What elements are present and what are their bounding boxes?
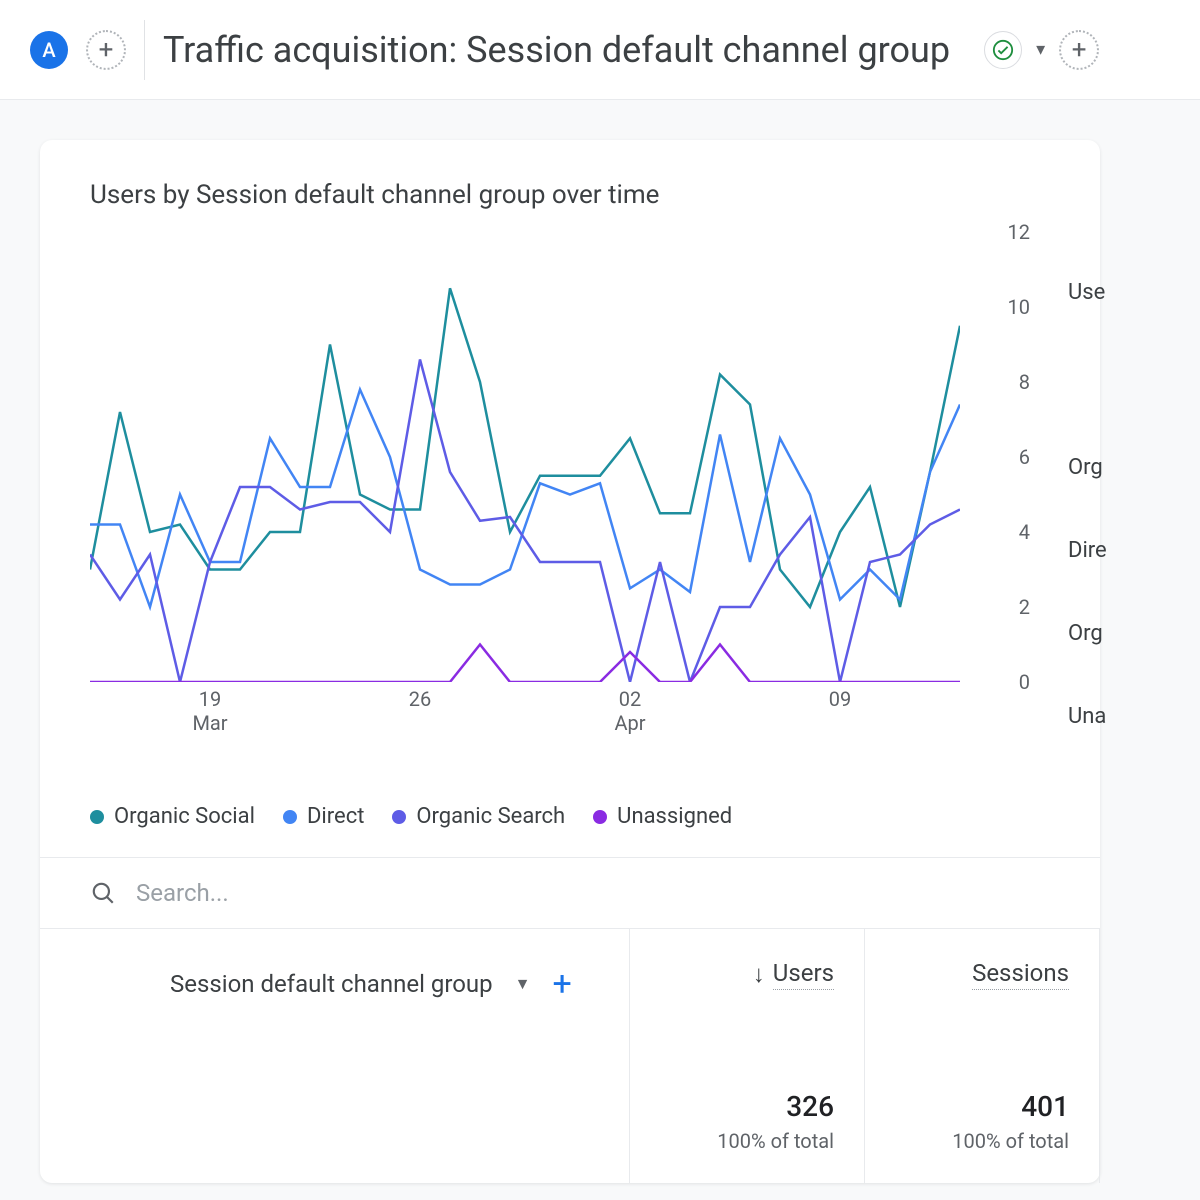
legend-item[interactable]: Organic Social — [90, 804, 255, 829]
separator — [144, 20, 145, 80]
add-card-button[interactable]: + — [1059, 30, 1099, 70]
data-table: Session default channel group ▼ + ↓ User… — [40, 929, 1100, 1183]
side-summary: Use Org Dire Org Una — [1060, 280, 1200, 787]
page-title: Traffic acquisition: Session default cha… — [163, 29, 950, 71]
dimension-label[interactable]: Session default channel group — [170, 970, 493, 998]
search-placeholder: Search... — [136, 879, 229, 907]
chart-container: 024681012 19Mar2602Apr09 — [90, 232, 1050, 732]
users-sub: 100% of total — [660, 1129, 834, 1153]
legend-item[interactable]: Direct — [283, 804, 364, 829]
status-check-icon[interactable] — [984, 31, 1022, 69]
add-dimension-button[interactable]: + — [552, 967, 571, 1001]
dimension-column: Session default channel group ▼ + — [40, 929, 630, 1183]
legend-item[interactable]: Unassigned — [593, 804, 732, 829]
line-chart[interactable] — [90, 232, 960, 682]
sessions-total: 401 — [895, 1090, 1069, 1123]
metric-column-sessions: Sessions 401 100% of total — [865, 929, 1100, 1183]
search-icon — [90, 880, 116, 906]
search-row[interactable]: Search... — [40, 857, 1100, 929]
add-compare-button[interactable]: + — [86, 30, 126, 70]
sort-desc-icon: ↓ — [753, 960, 765, 989]
avatar[interactable]: A — [30, 31, 68, 69]
dropdown-icon[interactable]: ▼ — [515, 974, 531, 994]
chart-title: Users by Session default channel group o… — [90, 180, 1050, 210]
workspace: Users by Session default channel group o… — [0, 100, 1200, 1183]
report-card: Users by Session default channel group o… — [40, 140, 1100, 1183]
x-axis: 19Mar2602Apr09 — [90, 687, 960, 747]
dropdown-icon[interactable]: ▾ — [1036, 39, 1045, 60]
sessions-header[interactable]: Sessions — [895, 959, 1069, 990]
chart-legend: Organic Social Direct Organic Search Unassi… — [90, 804, 1050, 857]
sessions-sub: 100% of total — [895, 1129, 1069, 1153]
legend-item[interactable]: Organic Search — [392, 804, 565, 829]
metric-column-users: ↓ Users 326 100% of total — [630, 929, 865, 1183]
y-axis: 024681012 — [990, 232, 1030, 682]
users-total: 326 — [660, 1090, 834, 1123]
users-header[interactable]: ↓ Users — [660, 959, 834, 990]
top-bar: A + Traffic acquisition: Session default… — [0, 0, 1200, 100]
